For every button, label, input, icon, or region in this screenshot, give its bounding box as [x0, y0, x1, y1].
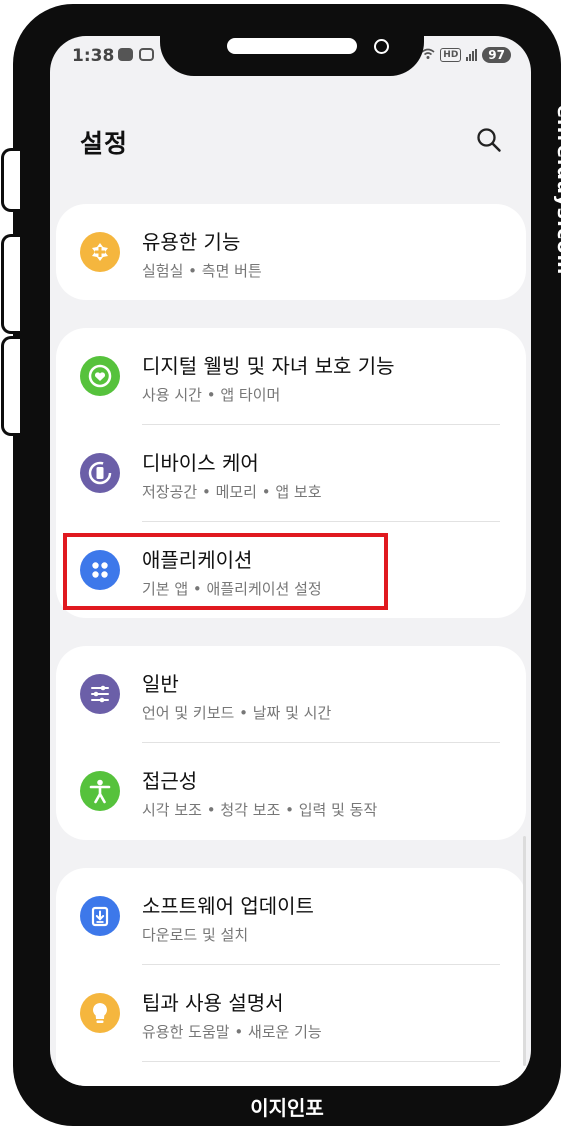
highlight-box [63, 533, 388, 610]
accessibility-icon [80, 771, 120, 811]
device-care-icon [80, 453, 120, 493]
side-button-volume-up [1, 234, 20, 334]
setting-item-device-care[interactable]: 디바이스 케어 저장공간 • 메모리 • 앱 보호 [56, 425, 526, 521]
camera-icon [374, 39, 389, 54]
hd-badge: HD [440, 48, 462, 62]
download-icon [80, 896, 120, 936]
page-title: 설정 [80, 129, 129, 158]
setting-item-sub: 유용한 도움말 • 새로운 기능 [142, 1023, 322, 1041]
status-time: 1:38 [72, 46, 115, 66]
footer-caption: 이지인포 [250, 1096, 324, 1120]
settings-group-1: 유용한 기능 실험실 • 측면 버튼 [56, 204, 526, 300]
setting-item-accessibility[interactable]: 접근성 시각 보조 • 청각 보조 • 입력 및 동작 [56, 743, 526, 839]
setting-item-label: 디지털 웰빙 및 자녀 보호 기능 [142, 354, 395, 378]
setting-item-label: 일반 [142, 672, 179, 696]
settings-group-3: 일반 언어 및 키보드 • 날짜 및 시간 접근성 시각 보조 • 청각 보조 … [56, 646, 526, 840]
setting-item-label: 소프트웨어 업데이트 [142, 894, 314, 918]
scrollbar[interactable] [523, 836, 526, 1066]
setting-item-sub: 시각 보조 • 청각 보조 • 입력 및 동작 [142, 801, 378, 819]
search-icon[interactable] [476, 127, 502, 153]
watermark: ei.reidays.com [553, 105, 574, 276]
signal-icon [466, 49, 478, 61]
camera-notch [160, 4, 424, 76]
setting-item-digital-wellbeing[interactable]: 디지털 웰빙 및 자녀 보호 기능 사용 시간 • 앱 타이머 [56, 328, 526, 424]
status-notification-icons [118, 48, 154, 61]
speaker-grille [227, 38, 357, 54]
side-button-power [1, 148, 20, 212]
wifi-icon [421, 48, 435, 63]
settings-group-4: 소프트웨어 업데이트 다운로드 및 설치 팁과 사용 설명서 유용한 도움말 •… [56, 868, 526, 1086]
heart-ring-icon [80, 356, 120, 396]
setting-item-label: 접근성 [142, 769, 198, 793]
setting-item-label: 디바이스 케어 [142, 451, 259, 475]
screen: 1:38 HD 97 설정 유용한 기능 실험실 • 측면 버튼 디지털 웰빙 … [50, 36, 531, 1086]
status-right: HD 97 [421, 47, 511, 63]
screenshot-icon [139, 48, 154, 61]
setting-item-label: 팁과 사용 설명서 [142, 991, 284, 1015]
setting-item-label: 유용한 기능 [142, 230, 241, 254]
setting-item-general[interactable]: 일반 언어 및 키보드 • 날짜 및 시간 [56, 646, 526, 742]
setting-item-tips[interactable]: 팁과 사용 설명서 유용한 도움말 • 새로운 기능 [56, 965, 526, 1061]
setting-item-sub: 언어 및 키보드 • 날짜 및 시간 [142, 704, 332, 722]
divider [142, 1061, 500, 1062]
side-button-volume-down [1, 336, 20, 436]
plus-badge-icon [80, 232, 120, 272]
lightbulb-icon [80, 993, 120, 1033]
battery-badge: 97 [482, 47, 511, 63]
setting-item-advanced-features[interactable]: 유용한 기능 실험실 • 측면 버튼 [56, 204, 526, 300]
setting-item-software-update[interactable]: 소프트웨어 업데이트 다운로드 및 설치 [56, 868, 526, 964]
setting-item-sub: 실험실 • 측면 버튼 [142, 262, 262, 280]
setting-item-sub: 사용 시간 • 앱 타이머 [142, 386, 281, 404]
talk-icon [118, 48, 133, 61]
setting-item-sub: 저장공간 • 메모리 • 앱 보호 [142, 483, 322, 501]
setting-item-sub: 다운로드 및 설치 [142, 926, 249, 944]
sliders-icon [80, 674, 120, 714]
